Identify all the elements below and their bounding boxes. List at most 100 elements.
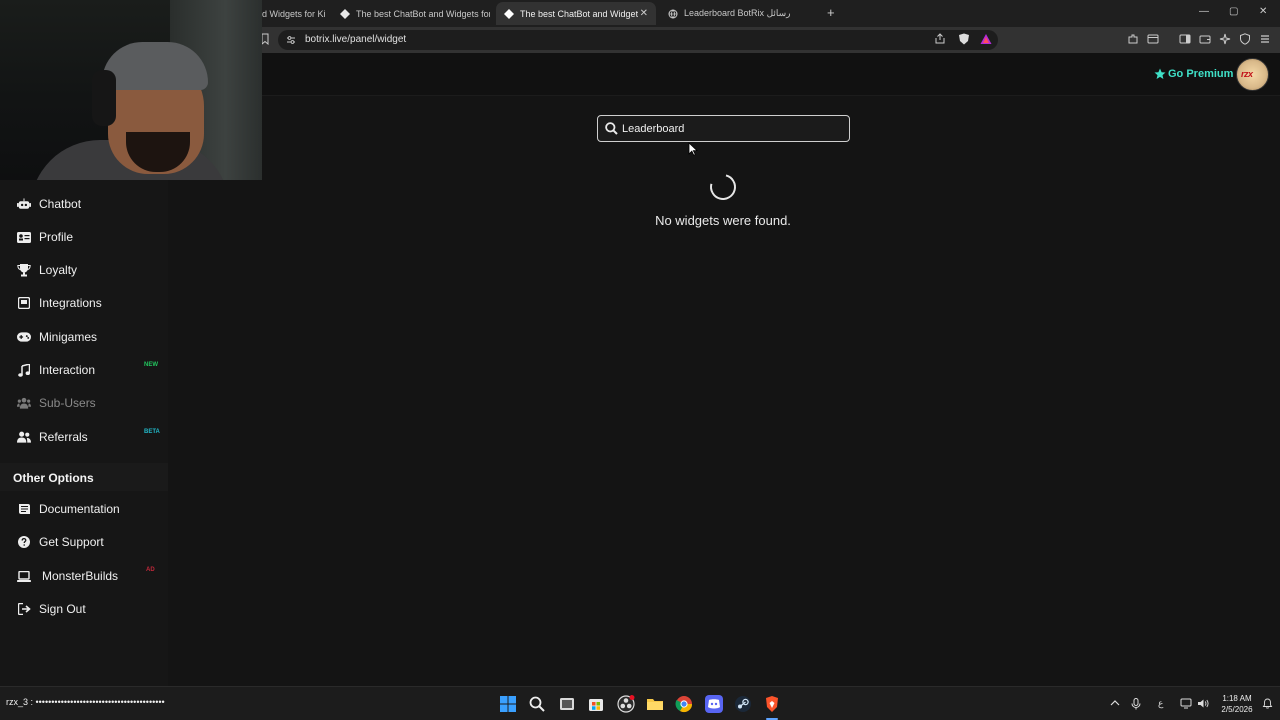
close-icon[interactable]: ✕	[640, 8, 648, 19]
taskbar-clock[interactable]: 1:18 AM 2/5/2026	[1216, 693, 1258, 715]
sidebar-item-monsterbuilds[interactable]: MonsterBuilds AD	[0, 562, 168, 590]
user-group-icon	[17, 430, 31, 444]
sidebar-item-chatbot[interactable]: Chatbot	[0, 190, 168, 218]
screen: d Widgets for Ki The best ChatBot and Wi…	[0, 0, 1280, 720]
tab-4-title: Leaderboard BotRix رسائل	[684, 8, 791, 18]
new-tab-button[interactable]: +	[827, 5, 835, 20]
obs-icon[interactable]	[617, 695, 635, 713]
sidebar-item-label: Chatbot	[39, 197, 82, 211]
menu-icon[interactable]	[1259, 33, 1271, 45]
sidebar-item-label: Profile	[39, 230, 74, 244]
brave-rewards-icon[interactable]	[980, 33, 992, 45]
sidebar-item-label: Sub-Users	[39, 396, 96, 410]
id-card-icon	[17, 230, 31, 244]
wallet-icon[interactable]	[1199, 33, 1211, 45]
sidebar-toggle-icon[interactable]	[1179, 33, 1191, 45]
sidebar-item-label: Minigames	[39, 330, 98, 344]
vpn-icon[interactable]	[1239, 33, 1251, 45]
go-premium-label: Go Premium	[1168, 68, 1234, 80]
share-icon[interactable]	[934, 33, 946, 45]
file-explorer-icon[interactable]	[646, 695, 664, 713]
sidebar-item-interaction[interactable]: Interaction NEW	[0, 356, 168, 384]
sidebar-item-documentation[interactable]: Documentation	[0, 495, 168, 523]
taskbar-chat-ticker: rzx_3 : ••••••••••••••••••••••••••••••••…	[6, 697, 165, 707]
sidebar-item-profile[interactable]: Profile	[0, 223, 168, 251]
tab-4[interactable]: Leaderboard BotRix رسائل	[660, 2, 820, 25]
leo-ai-icon[interactable]	[1219, 33, 1231, 45]
store-icon[interactable]	[587, 695, 605, 713]
discord-icon[interactable]	[705, 695, 723, 713]
windows-start-icon[interactable]	[499, 695, 517, 713]
sidebar-item-loyalty[interactable]: Loyalty	[0, 256, 168, 284]
search-icon[interactable]	[528, 695, 546, 713]
users-icon	[17, 396, 31, 410]
sidebar-item-integrations[interactable]: Integrations	[0, 289, 168, 317]
site-settings-icon[interactable]	[286, 35, 296, 45]
sidebar-item-minigames[interactable]: Minigames	[0, 323, 168, 351]
minimize-button[interactable]: —	[1199, 6, 1209, 17]
address-text: botrix.live/panel/widget	[305, 34, 407, 45]
tab-search-icon[interactable]	[1147, 33, 1159, 45]
tab-2[interactable]: The best ChatBot and Widgets for Ki	[332, 2, 490, 25]
chevron-up-icon[interactable]	[1110, 698, 1120, 708]
extensions-icon[interactable]	[1127, 33, 1139, 45]
sidebar-item-label: Integrations	[39, 296, 102, 310]
botrix-favicon-icon	[340, 8, 350, 19]
clock-date: 2/5/2026	[1221, 705, 1253, 714]
maximize-button[interactable]: ▢	[1229, 6, 1238, 17]
go-premium-button[interactable]: Go Premium	[1154, 68, 1233, 80]
avatar-logo-text: rzx	[1241, 69, 1253, 79]
avatar[interactable]: rzx	[1236, 58, 1269, 91]
task-view-icon[interactable]	[558, 695, 576, 713]
clock-time: 1:18 AM	[1222, 694, 1252, 703]
sidebar-item-label: Interaction	[39, 363, 96, 377]
new-badge: NEW	[144, 362, 158, 368]
tab-3-title: The best ChatBot and Widgets fo	[520, 8, 638, 19]
window-close-button[interactable]: ✕	[1259, 6, 1267, 17]
robot-icon	[17, 197, 31, 211]
sidebar-item-sign-out[interactable]: Sign Out	[0, 595, 168, 623]
other-options-heading: Other Options	[13, 471, 94, 485]
language-indicator[interactable]: ع	[1158, 698, 1163, 709]
sidebar-item-get-support[interactable]: Get Support	[0, 528, 168, 556]
chrome-icon[interactable]	[675, 695, 693, 713]
notification-bell-icon[interactable]	[1262, 698, 1273, 709]
laptop-icon	[17, 569, 31, 583]
question-icon	[17, 535, 31, 549]
botrix-favicon-icon	[504, 8, 514, 19]
star-icon	[1154, 68, 1166, 79]
ad-badge: AD	[146, 567, 155, 573]
trophy-icon	[17, 263, 31, 277]
beta-badge: BETA	[144, 429, 160, 435]
sidebar-item-referrals[interactable]: Referrals BETA	[0, 423, 168, 451]
tab-3-active[interactable]: The best ChatBot and Widgets fo ✕	[496, 2, 656, 25]
sidebar-item-label: MonsterBuilds	[42, 569, 119, 583]
brave-shields-icon[interactable]	[958, 33, 970, 45]
microphone-icon[interactable]	[1131, 698, 1141, 710]
address-bar[interactable]: botrix.live/panel/widget	[278, 30, 998, 50]
steam-icon[interactable]	[734, 695, 752, 713]
brave-icon[interactable]	[763, 695, 781, 713]
plug-icon	[17, 296, 31, 310]
sign-out-icon	[17, 602, 31, 616]
widget-search-input[interactable]	[622, 121, 842, 136]
music-icon	[17, 363, 31, 377]
volume-icon[interactable]	[1197, 698, 1209, 709]
empty-state-message: No widgets were found.	[655, 213, 791, 228]
book-icon	[17, 502, 31, 516]
mouse-cursor-icon	[688, 142, 698, 156]
tab-1[interactable]: d Widgets for Ki	[262, 2, 328, 25]
globe-icon	[668, 9, 678, 19]
search-icon	[605, 122, 618, 135]
sidebar-item-label: Referrals	[39, 430, 88, 444]
network-icon[interactable]	[1180, 698, 1192, 709]
windows-taskbar: rzx_3 : ••••••••••••••••••••••••••••••••…	[0, 686, 1280, 720]
webcam-overlay	[0, 0, 262, 180]
gamepad-icon	[17, 330, 31, 344]
sidebar-item-label: Loyalty	[39, 263, 78, 277]
sidebar-item-sub-users[interactable]: Sub-Users	[0, 389, 168, 417]
tab-2-title: The best ChatBot and Widgets for Ki	[356, 8, 490, 19]
sidebar-item-label: Get Support	[39, 535, 104, 549]
widget-search-box[interactable]	[597, 115, 850, 142]
sidebar-item-label: Documentation	[39, 502, 120, 516]
